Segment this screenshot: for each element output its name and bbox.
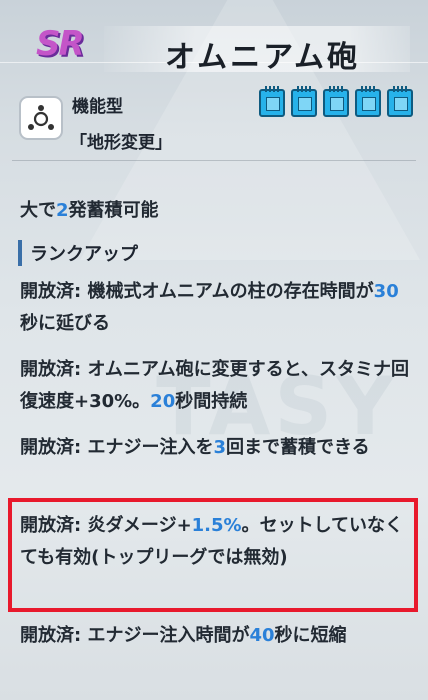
- item-title: オムニアム砲: [165, 40, 360, 75]
- charge-pre: 大で: [20, 200, 56, 221]
- upgrade-item: 開放済: エナジー注入を3回まで蓄積できる: [20, 432, 412, 464]
- charge-text: 大で2発蓄積可能: [20, 196, 159, 222]
- rarity-badge: SR: [36, 24, 85, 64]
- chip-icon: [323, 86, 349, 117]
- upgrade-text: 回まで蓄積できる: [226, 437, 370, 458]
- upgrade-value: 30: [373, 281, 399, 302]
- highlight-box: [8, 498, 418, 612]
- chip-icon: [355, 86, 381, 117]
- chip-icon: [259, 86, 285, 117]
- upgrade-text: 開放済: エナジー注入を: [20, 437, 214, 458]
- upgrade-text: 秒に短縮: [274, 625, 347, 646]
- chip-icon: [291, 86, 317, 117]
- upgrade-item: 開放済: エナジー注入時間が40秒に短縮: [20, 620, 412, 652]
- upgrade-text: 開放済: エナジー注入時間が: [20, 625, 250, 646]
- section-heading-rankup: ランクアップ: [18, 240, 138, 266]
- upgrade-item: 開放済: オムニアム砲に変更すると、スタミナ回復速度+30%。20秒間持続: [20, 354, 412, 418]
- section-divider: [12, 160, 416, 161]
- upgrade-item: 開放済: 機械式オムニアムの柱の存在時間が30 秒に延びる: [20, 276, 412, 340]
- upgrade-text: 秒に延びる: [20, 313, 110, 334]
- upgrade-text: 秒間持続: [175, 391, 248, 412]
- tri-node-icon: [19, 96, 63, 140]
- type-subtitle: 「地形変更」: [70, 133, 172, 153]
- charge-count: 2: [56, 200, 69, 221]
- upgrade-value: 20: [150, 391, 176, 412]
- upgrade-text: 開放済: 機械式オムニアムの柱の存在時間が: [20, 281, 374, 302]
- upgrade-value: 40: [249, 625, 275, 646]
- chip-icon: [387, 86, 413, 117]
- type-label: 機能型: [72, 97, 123, 117]
- upgrade-value: 3: [213, 437, 226, 458]
- charge-chips: [259, 86, 413, 117]
- charge-post: 発蓄積可能: [68, 200, 159, 221]
